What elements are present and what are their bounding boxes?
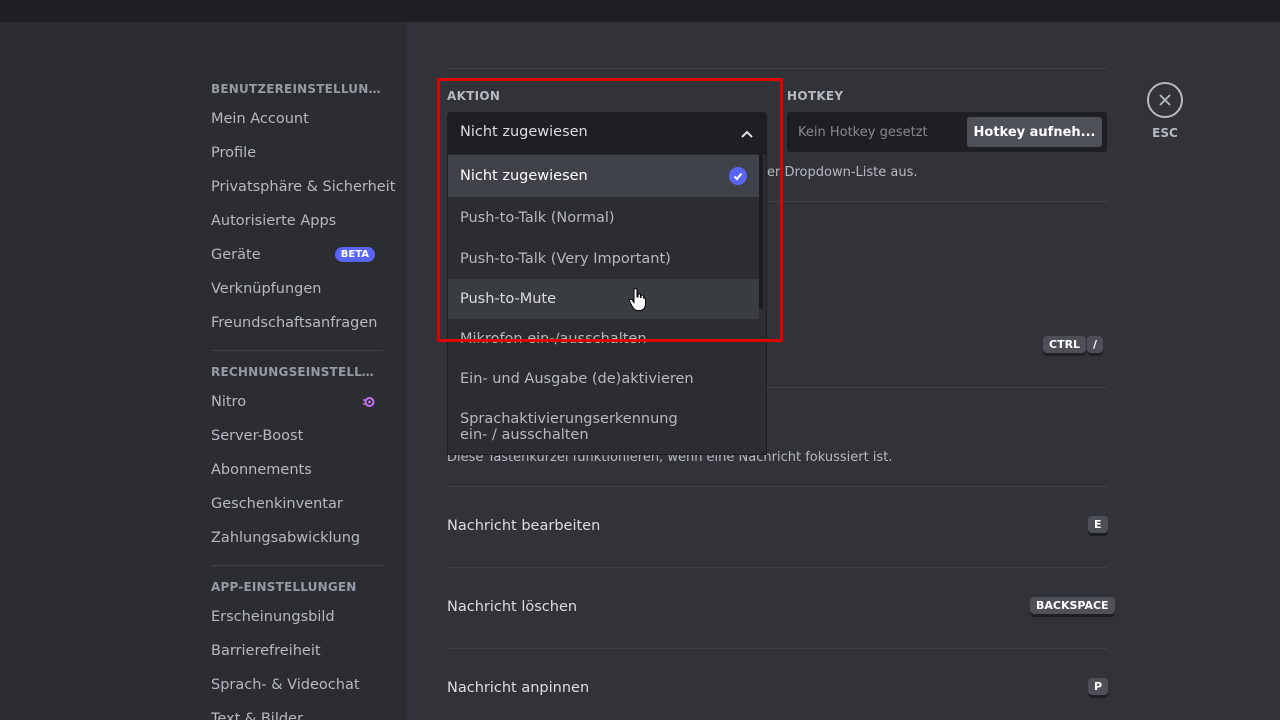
esc-label: ESC	[1152, 126, 1178, 140]
sidebar-item-text-images[interactable]: Text & Bilder	[203, 703, 385, 720]
chevron-up-icon[interactable]	[740, 127, 754, 141]
action-hint-text: er Dropdown-Liste aus.	[767, 165, 918, 180]
sidebar-divider	[211, 565, 383, 566]
key-slash: /	[1087, 336, 1104, 356]
sidebar-item-subscriptions[interactable]: Abonnements	[203, 454, 385, 486]
action-label: AKTION	[447, 89, 501, 103]
sidebar-header-user-settings: BENUTZEREINSTELLUNGEN	[211, 82, 383, 96]
window-top-bar	[0, 0, 1280, 22]
sidebar-header-app-settings: APP-EINSTELLUNGEN	[211, 580, 357, 594]
sidebar-item-label: Barrierefreiheit	[211, 643, 321, 659]
action-option-label: Push-to-Talk (Very Important)	[460, 251, 671, 267]
key-backspace: BACKSPACE	[1030, 597, 1115, 617]
sidebar-item-label: Text & Bilder	[211, 711, 303, 720]
hotkey-input[interactable]: Kein Hotkey gesetzt Hotkey aufneh...	[787, 112, 1107, 152]
close-button[interactable]	[1147, 82, 1183, 118]
settings-sidebar: BENUTZEREINSTELLUNGEN Mein Account Profi…	[0, 22, 407, 720]
record-hotkey-button[interactable]: Hotkey aufneh...	[967, 117, 1102, 147]
action-select[interactable]: Nicht zugewiesen	[447, 112, 767, 154]
action-option[interactable]: Push-to-Mute	[448, 279, 759, 319]
sidebar-item-my-account[interactable]: Mein Account	[203, 103, 385, 135]
sidebar-item-server-boost[interactable]: Server-Boost	[203, 420, 385, 452]
action-option[interactable]: Sprachaktivierungserkennung ein- / aussc…	[448, 399, 759, 454]
shortcut-delete-message: Nachricht löschen	[447, 599, 578, 615]
hand-cursor-icon	[628, 288, 646, 311]
key-ctrl: CTRL	[1043, 336, 1087, 356]
divider	[447, 567, 1107, 568]
sidebar-item-connections[interactable]: Verknüpfungen	[203, 273, 385, 305]
sidebar-item-label: Nitro	[211, 394, 247, 410]
sidebar-item-billing[interactable]: Zahlungsabwicklung	[203, 522, 385, 554]
key-e: E	[1088, 516, 1108, 536]
dropdown-scrollbar[interactable]	[759, 154, 763, 309]
sidebar-item-gift-inventory[interactable]: Geschenkinventar	[203, 488, 385, 520]
sidebar-item-label: Geräte	[211, 247, 261, 263]
action-option[interactable]: Mikrofon ein-/ausschalten	[448, 319, 759, 359]
sidebar-item-voice-video[interactable]: Sprach- & Videochat	[203, 669, 385, 701]
action-option-label: Push-to-Talk (Normal)	[460, 210, 615, 226]
hotkey-label: HOTKEY	[787, 89, 844, 103]
close-icon	[1159, 94, 1171, 106]
action-option[interactable]: Nicht zugewiesen	[448, 155, 759, 197]
divider	[447, 68, 1107, 69]
action-option[interactable]: Ein- und Ausgabe (de)aktivieren	[448, 359, 759, 399]
sidebar-item-label: Sprach- & Videochat	[211, 677, 360, 693]
action-option-label: Ein- und Ausgabe (de)aktivieren	[460, 371, 694, 387]
sidebar-item-privacy-safety[interactable]: Privatsphäre & Sicherheit	[203, 171, 395, 203]
action-option[interactable]: Push-to-Talk (Normal)	[448, 197, 759, 239]
sidebar-item-nitro[interactable]: Nitro	[203, 386, 385, 418]
beta-badge: BETA	[334, 247, 375, 262]
hotkey-placeholder: Kein Hotkey gesetzt	[798, 125, 928, 140]
sidebar-item-label: Erscheinungsbild	[211, 609, 335, 625]
sidebar-item-friend-requests[interactable]: Freundschaftsanfragen	[203, 307, 385, 339]
sidebar-item-label: Server-Boost	[211, 428, 304, 444]
divider	[447, 648, 1107, 649]
sidebar-header-billing-settings: RECHNUNGSEINSTELLUNG...	[211, 365, 383, 379]
sidebar-divider	[211, 350, 383, 351]
sidebar-item-label: Privatsphäre & Sicherheit	[211, 179, 396, 195]
shortcut-edit-message: Nachricht bearbeiten	[447, 518, 601, 534]
action-option-label: Mikrofon ein-/ausschalten	[460, 331, 647, 347]
action-select-value: Nicht zugewiesen	[460, 124, 588, 140]
key-p: P	[1088, 678, 1109, 698]
action-option-label: Push-to-Mute	[460, 291, 557, 307]
sidebar-item-label: Geschenkinventar	[211, 496, 343, 512]
sidebar-item-label: Freundschaftsanfragen	[211, 315, 378, 331]
sidebar-item-label: Mein Account	[211, 111, 309, 127]
nitro-icon	[363, 397, 375, 407]
sidebar-item-label: Abonnements	[211, 462, 312, 478]
close-settings: ESC	[1147, 82, 1183, 140]
action-option[interactable]: Push-to-Talk (Very Important)	[448, 239, 759, 279]
sidebar-item-label: Profile	[211, 145, 257, 161]
checkmark-icon	[729, 167, 747, 185]
shortcut-pin-message: Nachricht anpinnen	[447, 680, 590, 696]
sidebar-item-label: Verknüpfungen	[211, 281, 322, 297]
sidebar-item-accessibility[interactable]: Barrierefreiheit	[203, 635, 385, 667]
sidebar-item-label: Zahlungsabwicklung	[211, 530, 361, 546]
sidebar-item-authorized-apps[interactable]: Autorisierte Apps	[203, 205, 385, 237]
sidebar-item-label: Autorisierte Apps	[211, 213, 337, 229]
action-dropdown-menu: Nicht zugewiesen Push-to-Talk (Normal) P…	[447, 154, 767, 455]
divider	[447, 486, 1107, 487]
sidebar-item-devices[interactable]: Geräte BETA	[203, 239, 385, 271]
action-option-label: Sprachaktivierungserkennung ein- / aussc…	[460, 411, 678, 443]
sidebar-item-profile[interactable]: Profile	[203, 137, 385, 169]
action-option-label: Nicht zugewiesen	[460, 168, 588, 184]
sidebar-item-appearance[interactable]: Erscheinungsbild	[203, 601, 385, 633]
keybinds-content: AKTION HOTKEY Kein Hotkey gesetzt Hotkey…	[407, 22, 1280, 720]
